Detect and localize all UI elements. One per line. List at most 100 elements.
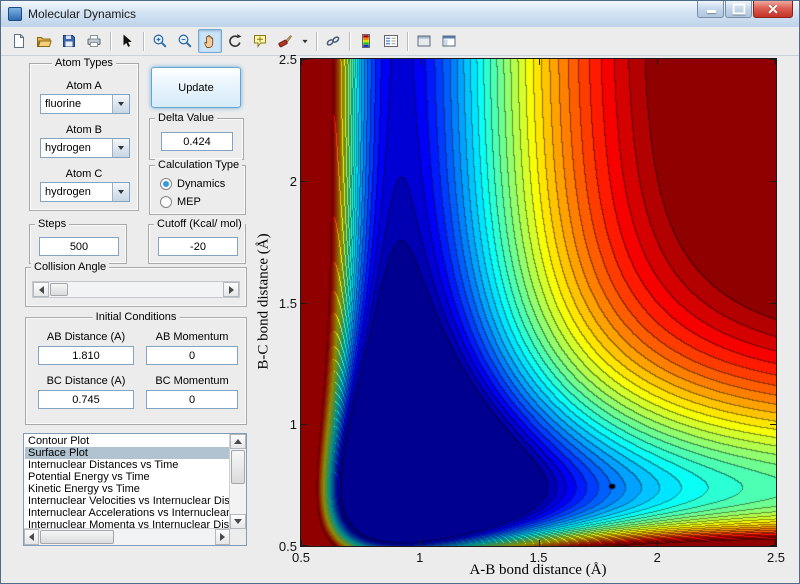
- hide-plot-tools-icon[interactable]: [412, 29, 436, 53]
- dynamics-radio[interactable]: [160, 178, 172, 190]
- plot-type-listbox[interactable]: Contour Plot Surface Plot Internuclear D…: [23, 433, 247, 546]
- slider-left-arrow[interactable]: [33, 282, 49, 297]
- save-icon[interactable]: [57, 29, 81, 53]
- calculation-type-panel: Calculation Type Dynamics MEP: [149, 159, 246, 215]
- toolbar: [1, 27, 799, 56]
- app-icon: [8, 7, 22, 21]
- y-tick-mark: [301, 181, 307, 182]
- cutoff-field[interactable]: [158, 237, 238, 256]
- update-button[interactable]: Update: [151, 67, 241, 108]
- cutoff-title: Cutoff (Kcal/ mol): [154, 218, 245, 230]
- vscroll-thumb[interactable]: [231, 450, 245, 484]
- x-tick-mark: [420, 540, 421, 546]
- delta-value-title: Delta Value: [155, 112, 218, 124]
- close-button[interactable]: [753, 1, 793, 18]
- list-item[interactable]: Internuclear Distances vs Time: [25, 459, 229, 471]
- y-tick-mark: [770, 424, 776, 425]
- link-plot-icon[interactable]: [321, 29, 345, 53]
- contour-plot-canvas[interactable]: [301, 59, 776, 546]
- open-icon[interactable]: [32, 29, 56, 53]
- new-icon[interactable]: [7, 29, 31, 53]
- hscroll-thumb[interactable]: [40, 530, 114, 544]
- y-tick-mark: [301, 545, 307, 546]
- list-item[interactable]: Internuclear Momenta vs Internuclear Dis…: [25, 519, 229, 528]
- toolbar-separator: [407, 31, 409, 51]
- atom-c-dropdown[interactable]: hydrogen: [40, 182, 130, 202]
- list-item-selected[interactable]: Surface Plot: [25, 447, 229, 459]
- scroll-up-arrow[interactable]: [230, 434, 246, 449]
- window-titlebar[interactable]: Molecular Dynamics: [1, 1, 799, 28]
- delta-value-field[interactable]: [161, 132, 233, 151]
- dynamics-radio-row[interactable]: Dynamics: [160, 177, 225, 191]
- y-tick-mark: [770, 545, 776, 546]
- pan-icon[interactable]: [198, 29, 222, 53]
- slider-thumb[interactable]: [50, 283, 68, 296]
- scrollbar-corner: [230, 529, 246, 545]
- atom-c-value: hydrogen: [45, 186, 91, 198]
- mep-radio[interactable]: [160, 196, 172, 208]
- atom-c-label: Atom C: [65, 168, 103, 180]
- maximize-icon: [732, 3, 745, 15]
- list-item[interactable]: Potential Energy vs Time: [25, 471, 229, 483]
- ab-distance-label: AB Distance (A): [46, 331, 126, 343]
- toolbar-separator: [349, 31, 351, 51]
- listbox-vertical-scrollbar[interactable]: [229, 434, 246, 529]
- mep-radio-label: MEP: [177, 196, 201, 208]
- zoom-in-icon[interactable]: [148, 29, 172, 53]
- minimize-icon: [706, 10, 716, 13]
- chevron-down-icon[interactable]: [112, 139, 129, 157]
- mep-radio-row[interactable]: MEP: [160, 195, 201, 209]
- legend-icon[interactable]: [379, 29, 403, 53]
- x-tick-mark: [657, 540, 658, 546]
- print-icon[interactable]: [82, 29, 106, 53]
- collision-angle-slider[interactable]: [32, 281, 240, 298]
- y-tick-mark: [301, 424, 307, 425]
- x-tick-label: 1: [416, 550, 424, 565]
- scroll-down-arrow[interactable]: [230, 514, 246, 529]
- bc-distance-field[interactable]: [38, 390, 134, 409]
- edit-arrow-icon[interactable]: [115, 29, 139, 53]
- scroll-left-arrow[interactable]: [24, 529, 39, 545]
- toolbar-separator: [110, 31, 112, 51]
- collision-angle-title: Collision Angle: [31, 261, 110, 273]
- initial-conditions-title: Initial Conditions: [92, 311, 180, 323]
- brush-caret-icon[interactable]: [298, 29, 312, 53]
- atom-b-label: Atom B: [65, 124, 103, 136]
- slider-right-arrow[interactable]: [223, 282, 239, 297]
- list-item[interactable]: Internuclear Velocities vs Internuclear …: [25, 495, 229, 507]
- bc-momentum-field[interactable]: [146, 390, 238, 409]
- x-tick-mark: [539, 540, 540, 546]
- bc-momentum-label: BC Momentum: [155, 375, 229, 387]
- ab-momentum-label: AB Momentum: [155, 331, 229, 343]
- zoom-out-icon[interactable]: [173, 29, 197, 53]
- list-item[interactable]: Internuclear Accelerations vs Internucle…: [25, 507, 229, 519]
- atom-b-value: hydrogen: [45, 142, 91, 154]
- y-tick-label: 0.5: [278, 539, 297, 554]
- listbox-horizontal-scrollbar[interactable]: [24, 528, 230, 545]
- y-tick-label: 2: [289, 173, 297, 189]
- y-tick-label: 1.5: [278, 295, 297, 311]
- list-item[interactable]: Contour Plot: [25, 435, 229, 447]
- atom-a-dropdown[interactable]: fluorine: [40, 94, 130, 114]
- show-plot-tools-icon[interactable]: [437, 29, 461, 53]
- scroll-right-arrow[interactable]: [215, 529, 230, 545]
- rotate-icon[interactable]: [223, 29, 247, 53]
- x-tick-mark: [657, 59, 658, 65]
- brush-icon[interactable]: [273, 29, 297, 53]
- atom-b-dropdown[interactable]: hydrogen: [40, 138, 130, 158]
- chevron-down-icon[interactable]: [112, 95, 129, 113]
- ab-momentum-field[interactable]: [146, 346, 238, 365]
- list-item[interactable]: Kinetic Energy vs Time: [25, 483, 229, 495]
- data-cursor-icon[interactable]: [248, 29, 272, 53]
- steps-field[interactable]: [39, 237, 119, 256]
- colorbar-icon[interactable]: [354, 29, 378, 53]
- atom-types-title: Atom Types: [52, 57, 116, 69]
- initial-conditions-panel: Initial Conditions AB Distance (A) AB Mo…: [25, 311, 247, 425]
- y-tick-label: 1: [289, 417, 297, 433]
- maximize-button[interactable]: [725, 1, 752, 18]
- chevron-down-icon[interactable]: [112, 183, 129, 201]
- y-tick-mark: [770, 303, 776, 304]
- minimize-button[interactable]: [697, 1, 724, 18]
- y-tick-mark: [301, 59, 307, 60]
- ab-distance-field[interactable]: [38, 346, 134, 365]
